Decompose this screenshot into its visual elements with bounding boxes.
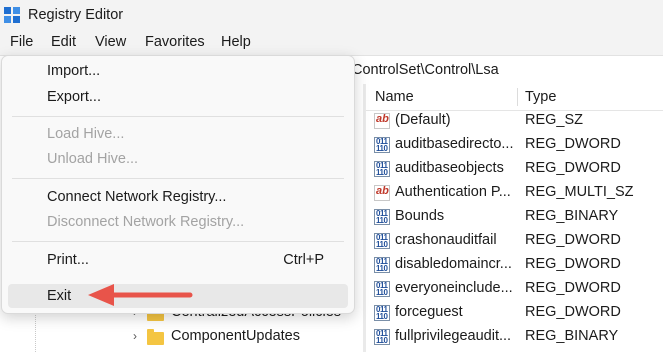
binary-value-icon: 011 110 <box>374 281 390 297</box>
value-type: REG_DWORD <box>525 136 621 152</box>
column-divider[interactable] <box>517 88 518 106</box>
values-list[interactable]: Name Type ab (Default) REG_SZ 011 110 aud… <box>366 84 663 352</box>
list-row[interactable]: ab Authentication P... REG_MULTI_SZ <box>366 181 663 205</box>
list-row[interactable]: 011 110 disabledomaincr... REG_DWORD <box>366 253 663 277</box>
tree-item[interactable]: › ComponentUpdates <box>130 326 360 348</box>
menu-bar: File Edit View Favorites Help <box>0 31 663 55</box>
list-row[interactable]: ab (Default) REG_SZ <box>366 109 663 133</box>
menu-file[interactable]: File <box>10 34 33 50</box>
value-type: REG_BINARY <box>525 208 619 224</box>
value-name: auditbasedirecto... <box>395 136 514 152</box>
binary-value-icon: 011 110 <box>374 137 390 153</box>
menu-exit[interactable]: Exit <box>47 288 71 304</box>
value-type: REG_MULTI_SZ <box>525 184 634 200</box>
menu-separator <box>12 116 344 117</box>
column-header: Name Type <box>366 84 663 111</box>
string-value-icon: ab <box>374 185 390 201</box>
title-bar: Registry Editor <box>0 0 663 31</box>
value-name: forceguest <box>395 304 463 320</box>
binary-value-icon: 011 110 <box>374 161 390 177</box>
value-type: REG_DWORD <box>525 304 621 320</box>
value-name: auditbaseobjects <box>395 160 504 176</box>
value-type: REG_SZ <box>525 112 584 128</box>
value-name: everyoneinclude... <box>395 280 513 296</box>
file-menu-dropdown: Import... Export... Load Hive... Unload … <box>1 55 355 314</box>
menu-load-hive: Load Hive... <box>47 126 125 142</box>
column-type-header[interactable]: Type <box>525 89 556 105</box>
menu-connect-network-registry[interactable]: Connect Network Registry... <box>47 189 226 205</box>
menu-disconnect-network-registry: Disconnect Network Registry... <box>47 214 245 230</box>
value-name: disabledomaincr... <box>395 256 512 272</box>
value-type: REG_BINARY <box>525 328 619 344</box>
binary-value-icon: 011 110 <box>374 257 390 273</box>
menu-separator <box>12 178 344 179</box>
folder-icon <box>147 329 164 345</box>
value-name: Authentication P... <box>395 184 511 200</box>
menu-edit[interactable]: Edit <box>51 34 76 50</box>
menu-unload-hive: Unload Hive... <box>47 151 139 167</box>
value-name: crashonauditfail <box>395 232 497 248</box>
list-row[interactable]: 011 110 Bounds REG_BINARY <box>366 205 663 229</box>
list-row[interactable]: 011 110 auditbasedirecto... REG_DWORD <box>366 133 663 157</box>
menu-import[interactable]: Import... <box>47 63 100 79</box>
list-row[interactable]: 011 110 fullprivilegeaudit... REG_BINARY <box>366 325 663 349</box>
binary-value-icon: 011 110 <box>374 233 390 249</box>
menu-favorites[interactable]: Favorites <box>145 34 205 50</box>
list-row[interactable]: 011 110 everyoneinclude... REG_DWORD <box>366 277 663 301</box>
string-value-icon: ab <box>374 113 390 129</box>
menu-print[interactable]: Print... <box>47 252 89 268</box>
list-row[interactable]: 011 110 forceguest REG_DWORD <box>366 301 663 325</box>
menu-separator <box>12 241 344 242</box>
value-name: Bounds <box>395 208 445 224</box>
list-row[interactable]: 011 110 auditbaseobjects REG_DWORD <box>366 157 663 181</box>
tree-item-label: ComponentUpdates <box>171 328 300 344</box>
value-type: REG_DWORD <box>525 280 621 296</box>
binary-value-icon: 011 110 <box>374 305 390 321</box>
value-type: REG_DWORD <box>525 256 621 272</box>
address-path[interactable]: ControlSet\Control\Lsa <box>352 62 499 78</box>
menu-view[interactable]: View <box>95 34 126 50</box>
binary-value-icon: 011 110 <box>374 329 390 345</box>
registry-editor-icon <box>4 7 20 23</box>
value-type: REG_DWORD <box>525 232 621 248</box>
list-row[interactable]: 011 110 crashonauditfail REG_DWORD <box>366 229 663 253</box>
column-name-header[interactable]: Name <box>375 89 414 105</box>
binary-value-icon: 011 110 <box>374 209 390 225</box>
menu-export[interactable]: Export... <box>47 89 101 105</box>
menu-help[interactable]: Help <box>221 34 251 50</box>
value-name: (Default) <box>395 112 451 128</box>
value-name: fullprivilegeaudit... <box>395 328 512 344</box>
value-type: REG_DWORD <box>525 160 621 176</box>
annotation-arrow-icon <box>88 284 193 306</box>
window-title: Registry Editor <box>28 7 124 23</box>
chevron-right-icon[interactable]: › <box>133 329 137 343</box>
print-shortcut: Ctrl+P <box>283 252 324 268</box>
